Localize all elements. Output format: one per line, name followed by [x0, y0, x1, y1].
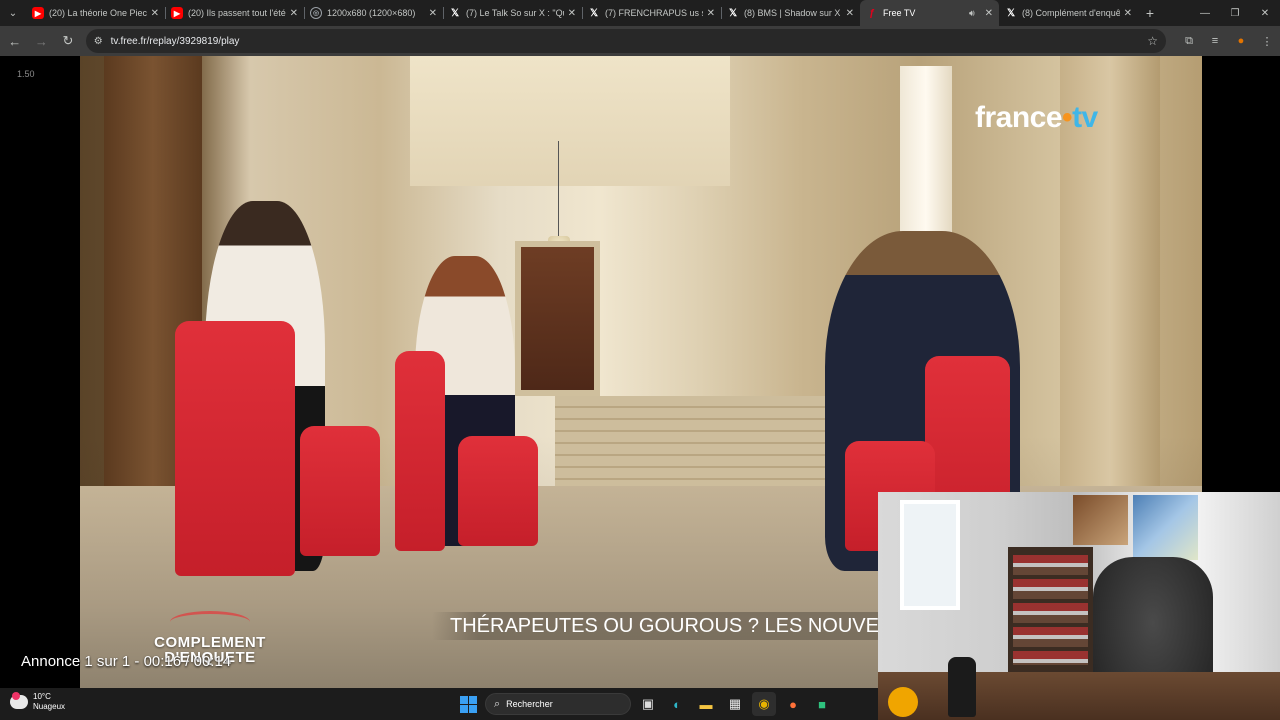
scene-red-chair	[395, 351, 445, 551]
close-icon[interactable]: ✕	[985, 8, 993, 19]
logo-text-tv: tv	[1072, 101, 1098, 134]
file-explorer-icon[interactable]: ▬	[694, 692, 718, 716]
tab-item[interactable]: ◎ 1200x680 (1200×680) ✕	[304, 0, 443, 26]
tab-title: (8) Complément d'enquê	[1022, 8, 1120, 18]
speaker-icon[interactable]: 🔊︎	[969, 8, 975, 19]
x-icon: 𝕏	[728, 7, 738, 19]
scene-stairs	[555, 396, 825, 486]
task-view-icon[interactable]: ▣	[636, 692, 660, 716]
tab-title: (7) Le Talk So sur X : "Qui	[466, 8, 564, 18]
webcam-desk	[878, 672, 1280, 720]
toolbar-actions: ⧉ ≡ ● ⋮	[1176, 35, 1280, 48]
webcam-poster	[1133, 495, 1198, 560]
tab-title: (7) FRENCHRAPUS us sur	[605, 8, 703, 18]
show-logo-line1: COMPLEMENT	[154, 634, 266, 651]
scene-red-chair	[300, 426, 380, 556]
globe-icon: ◎	[310, 7, 322, 19]
close-icon[interactable]: ✕	[151, 8, 159, 19]
tab-search-button[interactable]: ⌄	[0, 0, 26, 26]
media-controls-icon[interactable]: ≡	[1202, 35, 1228, 47]
chrome-icon[interactable]: ◉	[752, 692, 776, 716]
scene-corridor-door	[515, 241, 600, 396]
firefox-icon[interactable]: ●	[781, 692, 805, 716]
taskbar-apps: ⌕ Rechercher ▣ ◐ ▬ ▦ ◉ ● ■	[456, 692, 834, 716]
france-tv-logo: france•tv	[975, 101, 1098, 135]
show-logo-arcs-icon	[170, 611, 250, 633]
search-icon: ⌕	[494, 697, 501, 710]
url-text[interactable]: tv.free.fr/replay/3929819/play	[111, 36, 1148, 47]
taskbar-search[interactable]: ⌕ Rechercher	[485, 693, 631, 715]
webcam-bottle	[948, 657, 976, 717]
search-label: Rechercher	[506, 699, 553, 709]
back-button[interactable]: ←	[3, 29, 27, 53]
tab-title: (8) BMS | Shadow sur X :	[744, 8, 842, 18]
store-icon[interactable]: ▦	[723, 692, 747, 716]
extensions-icon[interactable]: ⧉	[1176, 35, 1202, 48]
webcam-overlay	[878, 492, 1280, 720]
tab-item[interactable]: ▶ (20) La théorie One Piece ✕	[26, 0, 165, 26]
scene-lamp-cord	[558, 141, 559, 236]
x-icon: 𝕏	[589, 7, 599, 19]
browser-toolbar: ← → ↻ ⚙ tv.free.fr/replay/3929819/play ☆…	[0, 26, 1280, 56]
tab-item-active[interactable]: ƒ Free TV 🔊︎ ✕	[860, 0, 999, 26]
menu-kebab-icon[interactable]: ⋮	[1254, 35, 1280, 48]
minimize-icon[interactable]: —	[1190, 8, 1220, 19]
tab-item[interactable]: 𝕏 (8) Complément d'enquê ✕	[999, 0, 1138, 26]
cloud-icon	[10, 692, 28, 709]
window-controls: — ❐ ✕	[1190, 0, 1280, 26]
bookmark-star-icon[interactable]: ☆	[1147, 34, 1158, 48]
site-settings-icon[interactable]: ⚙	[94, 36, 103, 47]
arrow-left-icon: ←	[8, 33, 22, 49]
windows-start-icon[interactable]	[456, 692, 480, 716]
close-icon[interactable]: ✕	[707, 8, 715, 19]
tab-item[interactable]: 𝕏 (7) FRENCHRAPUS us sur ✕	[582, 0, 721, 26]
tab-item[interactable]: ▶ (20) Ils passent tout l'été ✕	[165, 0, 304, 26]
tab-item[interactable]: 𝕏 (8) BMS | Shadow sur X : ✕	[721, 0, 860, 26]
windows-taskbar: 10°C Nuageux ⌕ Rechercher ▣ ◐ ▬ ▦ ◉ ● ■	[0, 688, 878, 720]
free-icon: ƒ	[869, 7, 875, 19]
edge-icon[interactable]: ◐	[665, 692, 689, 716]
x-icon: 𝕏	[1006, 7, 1016, 19]
weather-temp: 10°C	[33, 692, 51, 701]
close-icon[interactable]: ✕	[1124, 8, 1132, 19]
tab-title: (20) Ils passent tout l'été	[188, 8, 286, 18]
x-icon: 𝕏	[450, 7, 460, 19]
close-icon[interactable]: ✕	[290, 8, 298, 19]
scene-ceiling	[410, 56, 730, 186]
close-icon[interactable]: ✕	[429, 8, 437, 19]
playback-speed-label: 1.50	[17, 69, 35, 79]
reload-icon: ↻	[62, 33, 74, 48]
app-green-icon[interactable]: ■	[810, 692, 834, 716]
forward-button[interactable]: →	[30, 29, 54, 53]
tab-title: 1200x680 (1200×680)	[327, 8, 416, 18]
logo-dot: •	[1062, 101, 1073, 134]
scene-red-chair	[175, 321, 295, 576]
reload-button[interactable]: ↻	[56, 29, 80, 53]
youtube-icon: ▶	[171, 7, 183, 19]
plus-icon: +	[1145, 5, 1155, 21]
scene-red-chair	[458, 436, 538, 546]
weather-widget[interactable]: 10°C Nuageux	[10, 692, 65, 712]
tab-item[interactable]: 𝕏 (7) Le Talk So sur X : "Qui ✕	[443, 0, 582, 26]
arrow-right-icon: →	[34, 33, 48, 49]
webcam-ball	[888, 687, 918, 717]
webcam-window	[900, 500, 960, 610]
close-icon[interactable]: ✕	[568, 8, 576, 19]
address-bar[interactable]: ⚙ tv.free.fr/replay/3929819/play ☆	[85, 29, 1166, 53]
tab-strip: ⌄ ▶ (20) La théorie One Piece ✕ ▶ (20) I…	[0, 0, 1280, 26]
logo-text: france	[975, 101, 1063, 134]
webcam-poster	[1073, 495, 1128, 545]
close-icon[interactable]: ✕	[846, 8, 854, 19]
new-tab-button[interactable]: +	[1138, 5, 1162, 21]
chevron-down-icon: ⌄	[8, 7, 18, 19]
ad-countdown: Annonce 1 sur 1 - 00:16 / 00:14	[21, 653, 232, 670]
profile-avatar-icon[interactable]: ●	[1228, 35, 1254, 47]
maximize-icon[interactable]: ❐	[1220, 8, 1250, 19]
weather-desc: Nuageux	[33, 702, 66, 711]
tab-title: (20) La théorie One Piece	[49, 8, 147, 18]
youtube-icon: ▶	[32, 7, 44, 19]
webcam-shelf	[1008, 547, 1093, 677]
close-window-icon[interactable]: ✕	[1250, 8, 1280, 19]
tab-title: Free TV	[883, 8, 916, 18]
